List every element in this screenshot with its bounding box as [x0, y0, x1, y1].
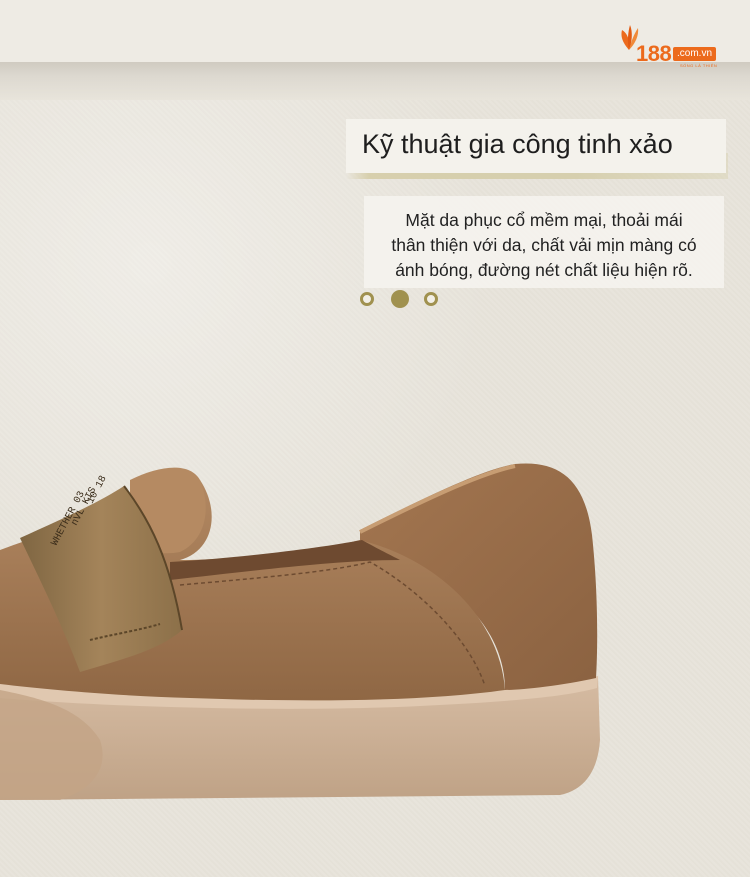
feature-title: Kỹ thuật gia công tinh xảo: [362, 129, 673, 159]
pager-dot-1[interactable]: [360, 292, 374, 306]
shoe-image: 10 18 nVL KIS WHETHER 03: [0, 463, 600, 800]
logo-domain: .com.vn: [673, 47, 717, 61]
pager-dot-3[interactable]: [424, 292, 438, 306]
logo-tagline: SỐNG LÀ THIÊN: [680, 63, 718, 68]
feature-title-box: Kỹ thuật gia công tinh xảo: [346, 115, 728, 179]
feature-description-card: Mặt da phục cổ mềm mại, thoải mái thân t…: [364, 196, 724, 288]
logo-number: 188: [636, 41, 672, 66]
brand-logo[interactable]: 188 .com.vn SỐNG LÀ THIÊN: [618, 24, 734, 68]
pager-dot-2-active[interactable]: [391, 290, 409, 308]
description-line-2: thân thiện với da, chất vải mịn màng có: [391, 235, 697, 255]
header-divider: [0, 62, 750, 100]
description-line-3: ánh bóng, đường nét chất liệu hiện rõ.: [395, 260, 693, 280]
feature-description: Mặt da phục cổ mềm mại, thoải mái thân t…: [364, 208, 724, 283]
pager-dots: [358, 290, 444, 312]
description-line-1: Mặt da phục cổ mềm mại, thoải mái: [405, 210, 683, 230]
